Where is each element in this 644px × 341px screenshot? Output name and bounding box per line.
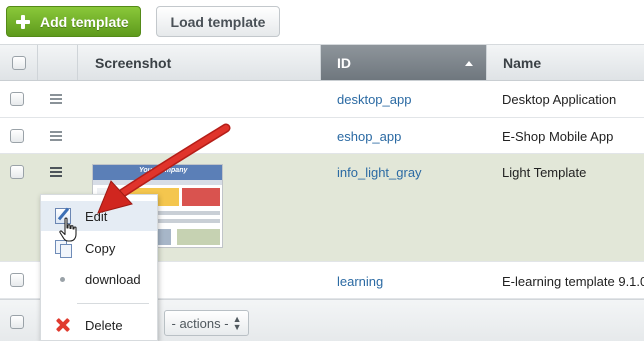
footer-select-all-checkbox[interactable]: [10, 315, 24, 329]
template-id-link[interactable]: eshop_app: [337, 129, 401, 144]
row-checkbox[interactable]: [10, 92, 24, 106]
menu-item-download[interactable]: download: [41, 264, 157, 294]
thumbnail-nav-bar: [93, 180, 222, 185]
group-actions-label: - actions -: [171, 315, 229, 331]
toolbar: Add template Load template: [0, 0, 644, 44]
header-menu-column: [38, 45, 78, 80]
grid-header: Screenshot ID Name: [0, 45, 644, 81]
menu-item-label: Copy: [85, 240, 116, 256]
row-menu-icon[interactable]: [50, 167, 62, 177]
menu-item-delete[interactable]: Delete: [41, 310, 157, 340]
template-id-link[interactable]: desktop_app: [337, 92, 411, 107]
add-template-button[interactable]: Add template: [6, 6, 141, 37]
thumbnail-block: [177, 229, 220, 245]
group-actions-dropdown[interactable]: - actions - ▲ ▼: [164, 310, 249, 336]
hand-cursor-icon: [59, 217, 77, 242]
column-label-screenshot: Screenshot: [95, 54, 172, 71]
load-template-button[interactable]: Load template: [156, 6, 280, 37]
load-template-label: Load template: [170, 13, 266, 30]
column-header-screenshot[interactable]: Screenshot: [78, 45, 321, 80]
sort-ascending-icon: [465, 61, 473, 66]
menu-item-label: Delete: [85, 317, 123, 333]
column-header-id[interactable]: ID: [321, 45, 487, 80]
row-menu-icon[interactable]: [50, 131, 62, 141]
template-name: E-Shop Mobile App: [502, 129, 614, 144]
row-checkbox[interactable]: [10, 165, 24, 179]
column-label-name: Name: [503, 54, 542, 71]
template-name: Desktop Application: [502, 92, 617, 107]
template-name: E-learning template 9.1.0: [502, 274, 644, 289]
thumbnail-caption: Your company: [139, 167, 188, 174]
row-checkbox[interactable]: [10, 129, 24, 143]
row-checkbox[interactable]: [10, 273, 24, 287]
row-menu-icon[interactable]: [50, 94, 62, 104]
updown-arrows-icon: ▲ ▼: [232, 314, 242, 332]
menu-item-label: download: [85, 271, 141, 287]
menu-divider: [77, 303, 149, 304]
add-template-label: Add template: [40, 13, 129, 30]
bullet-icon: [55, 271, 71, 287]
header-select-all-cell: [0, 45, 38, 80]
table-row[interactable]: desktop_app Desktop Application: [0, 81, 644, 118]
template-id-link[interactable]: info_light_gray: [337, 165, 422, 180]
menu-item-label: Edit: [85, 208, 108, 224]
column-label-id: ID: [337, 54, 351, 71]
table-row[interactable]: eshop_app E-Shop Mobile App: [0, 118, 644, 154]
plus-icon: [15, 14, 31, 30]
column-header-name[interactable]: Name: [487, 45, 644, 80]
template-id-link[interactable]: learning: [337, 274, 383, 289]
select-all-checkbox[interactable]: [11, 55, 26, 70]
delete-icon: [55, 317, 71, 333]
thumbnail-block: [182, 188, 220, 206]
template-name: Light Template: [502, 165, 587, 180]
